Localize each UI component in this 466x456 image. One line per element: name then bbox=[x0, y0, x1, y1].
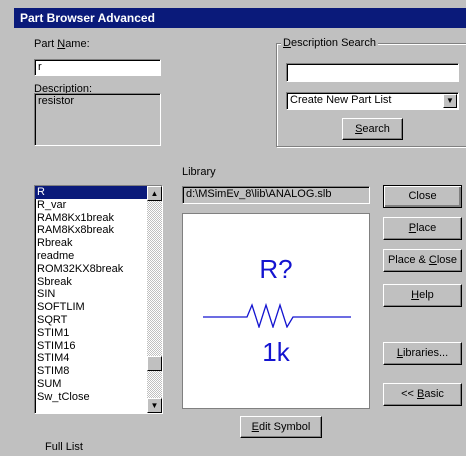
basic-button[interactable]: << Basic bbox=[383, 383, 462, 406]
library-path: d:\MSimEv_8\lib\ANALOG.slb bbox=[182, 186, 370, 204]
list-item[interactable]: STIM1 bbox=[35, 327, 162, 340]
part-name-input[interactable]: r bbox=[34, 59, 161, 76]
resistor-icon bbox=[203, 302, 351, 328]
scroll-down-icon[interactable]: ▼ bbox=[147, 398, 162, 413]
chevron-down-icon[interactable]: ▼ bbox=[443, 94, 457, 108]
list-item[interactable]: R bbox=[35, 186, 162, 199]
scroll-up-icon[interactable]: ▲ bbox=[147, 186, 162, 201]
description-field: resistor bbox=[34, 93, 161, 146]
list-item[interactable]: ROM32KX8break bbox=[35, 263, 162, 276]
list-item[interactable]: Sbreak bbox=[35, 276, 162, 289]
list-item[interactable]: SOFTLIM bbox=[35, 301, 162, 314]
place-button[interactable]: Place bbox=[383, 217, 462, 240]
list-item[interactable]: STIM16 bbox=[35, 340, 162, 353]
list-item[interactable]: STIM4 bbox=[35, 352, 162, 365]
part-list-scrollbar[interactable]: ▲ ▼ bbox=[147, 186, 162, 413]
edit-symbol-button[interactable]: Edit Symbol bbox=[240, 416, 322, 438]
full-list-label: Full List bbox=[45, 441, 83, 453]
search-button[interactable]: Search bbox=[342, 118, 403, 140]
description-search-title: Description Search bbox=[281, 37, 378, 49]
list-item[interactable]: RAM8Kx8break bbox=[35, 224, 162, 237]
title-bar: Part Browser Advanced bbox=[14, 8, 466, 28]
list-item[interactable]: readme bbox=[35, 250, 162, 263]
list-item[interactable]: SUM bbox=[35, 378, 162, 391]
list-item[interactable]: RAM8Kx1break bbox=[35, 212, 162, 225]
list-item[interactable]: STIM8 bbox=[35, 365, 162, 378]
list-item[interactable]: Rbreak bbox=[35, 237, 162, 250]
symbol-value: 1k bbox=[262, 337, 290, 367]
list-item[interactable]: Sw_tClose bbox=[35, 391, 162, 404]
close-button[interactable]: Close bbox=[383, 185, 462, 208]
symbol-preview: R? 1k bbox=[182, 213, 370, 409]
part-list-combo[interactable]: Create New Part List ▼ bbox=[286, 92, 459, 110]
part-browser-window: Part Browser Advanced Part Name: r Descr… bbox=[0, 0, 466, 456]
symbol-reference: R? bbox=[259, 254, 293, 284]
list-item[interactable]: SIN bbox=[35, 288, 162, 301]
list-item[interactable]: R_var bbox=[35, 199, 162, 212]
part-name-label: Part Name: bbox=[34, 38, 90, 50]
description-search-input[interactable] bbox=[286, 63, 459, 82]
scroll-thumb[interactable] bbox=[147, 356, 162, 371]
help-button[interactable]: Help bbox=[383, 284, 462, 307]
library-label: Library bbox=[182, 166, 216, 178]
window-title: Part Browser Advanced bbox=[20, 11, 155, 25]
part-list[interactable]: R R_var RAM8Kx1break RAM8Kx8break Rbreak read… bbox=[34, 185, 163, 414]
place-and-close-button[interactable]: Place & Close bbox=[383, 249, 462, 272]
libraries-button[interactable]: Libraries... bbox=[383, 342, 462, 365]
part-list-items: R R_var RAM8Kx1break RAM8Kx8break Rbreak read… bbox=[35, 186, 162, 404]
list-item[interactable]: SQRT bbox=[35, 314, 162, 327]
